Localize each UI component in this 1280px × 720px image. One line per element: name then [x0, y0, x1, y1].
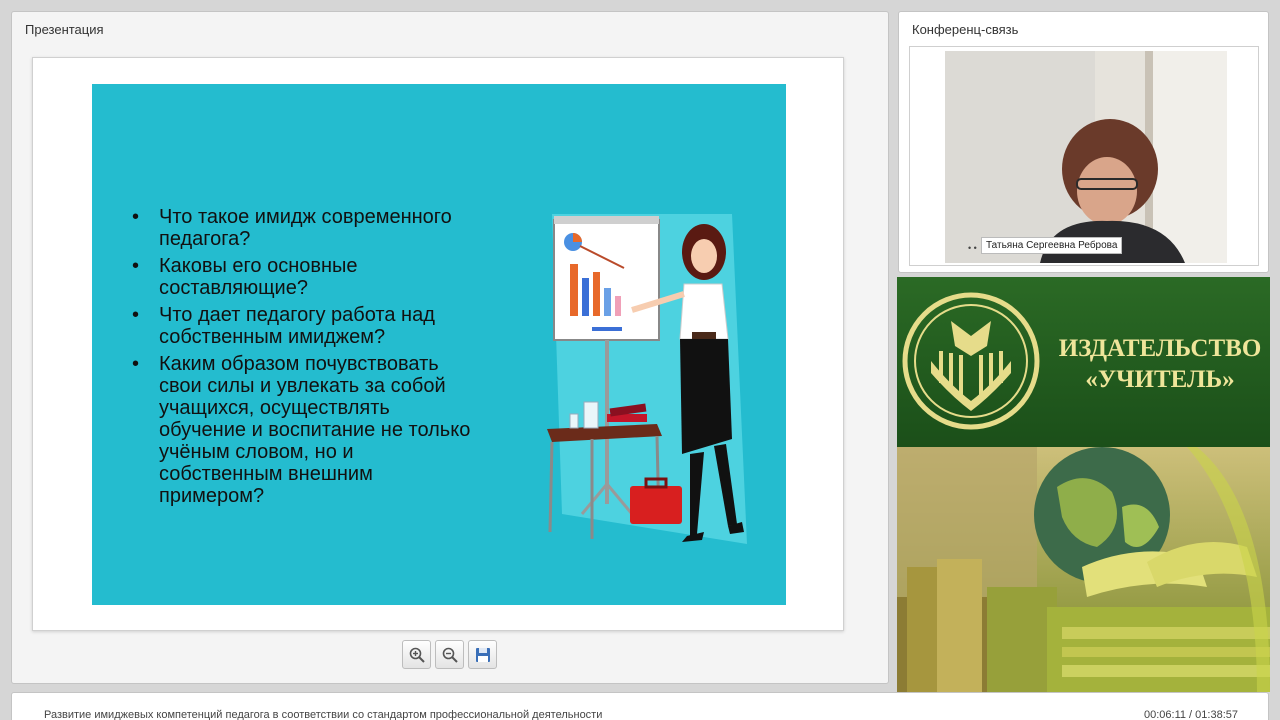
- teacher-illustration: [547, 214, 747, 544]
- presentation-toolbar: [402, 640, 497, 670]
- video-frame[interactable]: • • Татьяна Сергеевна Реброва: [909, 46, 1259, 266]
- zoom-out-icon: [442, 647, 458, 663]
- time-separator: /: [1186, 709, 1196, 720]
- slide-viewer[interactable]: Что такое имидж современного педагога? К…: [32, 57, 844, 631]
- presentation-panel-title: Презентация: [25, 22, 104, 37]
- playback-time: 00:06:11 / 01:38:57: [1144, 709, 1238, 720]
- save-button[interactable]: [468, 640, 497, 669]
- zoom-out-button[interactable]: [435, 640, 464, 669]
- zoom-in-icon: [409, 647, 425, 663]
- publisher-banner[interactable]: ИЗДАТЕЛЬСТВО «УЧИТЕЛЬ»: [897, 277, 1270, 692]
- total-time: 01:38:57: [1195, 709, 1238, 720]
- slide-bullet-list: Что такое имидж современного педагога? К…: [132, 206, 472, 512]
- publisher-logo-icon: [902, 292, 1040, 430]
- current-time: 00:06:11: [1143, 709, 1186, 720]
- books-and-globe-image: [897, 447, 1270, 692]
- footer-bar: Развитие имиджевых компетенций педагога …: [11, 692, 1269, 720]
- video-options-icon[interactable]: • •: [968, 243, 977, 253]
- slide: Что такое имидж современного педагога? К…: [92, 84, 786, 605]
- speaker-video: [945, 51, 1227, 263]
- slide-bullet: Что дает педагогу работа над собственным…: [132, 304, 472, 348]
- floppy-disk-icon: [475, 647, 490, 662]
- lecture-title: Развитие имиджевых компетенций педагога …: [44, 709, 603, 720]
- speaker-video-image: [945, 51, 1227, 263]
- publisher-name-line2: «УЧИТЕЛЬ»: [1085, 366, 1235, 393]
- publisher-banner-header: ИЗДАТЕЛЬСТВО «УЧИТЕЛЬ»: [897, 277, 1270, 447]
- conference-panel: Конференц-связь • • Татьяна Сергеевна Ре…: [898, 11, 1269, 273]
- speaker-name-label: Татьяна Сергеевна Реброва: [981, 237, 1123, 254]
- slide-bullet: Каковы его основные составляющие?: [132, 255, 472, 299]
- slide-bullet: Что такое имидж современного педагога?: [132, 206, 472, 250]
- publisher-name: ИЗДАТЕЛЬСТВО «УЧИТЕЛЬ»: [1055, 333, 1265, 395]
- presentation-panel: Презентация Что такое имидж современного…: [11, 11, 889, 684]
- slide-bullet: Каким образом почувствовать свои силы и …: [132, 353, 472, 507]
- conference-panel-title: Конференц-связь: [912, 22, 1019, 37]
- zoom-in-button[interactable]: [402, 640, 431, 669]
- publisher-name-line1: ИЗДАТЕЛЬСТВО: [1058, 335, 1262, 362]
